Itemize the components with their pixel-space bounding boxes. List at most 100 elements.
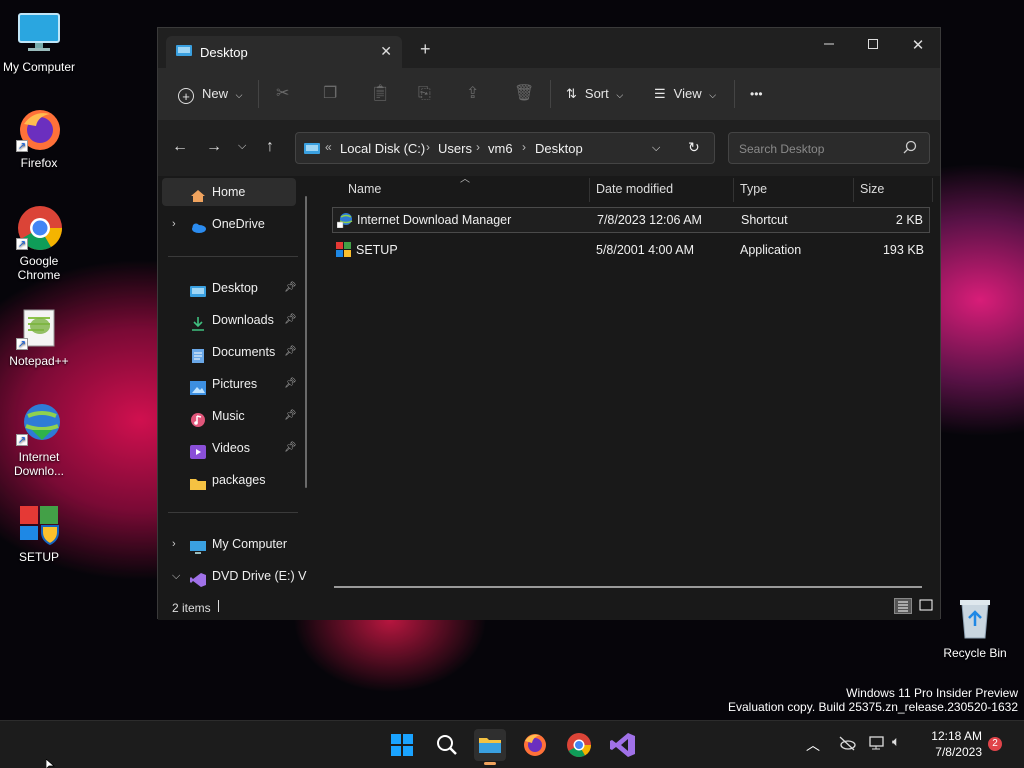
desktop-icon-idm[interactable]: ↗ Internet Downlo...	[1, 400, 77, 478]
nav-item-desktop[interactable]: Desktop 📌︎	[162, 274, 297, 302]
breadcrumb-separator-icon: ›	[426, 140, 430, 154]
rename-icon: ⎘	[418, 85, 431, 102]
taskbar-firefox[interactable]	[519, 729, 551, 761]
minimize-button[interactable]	[806, 32, 852, 60]
nav-item-pictures[interactable]: Pictures 📌︎	[162, 370, 297, 398]
taskbar-chrome[interactable]	[563, 729, 595, 761]
tiles-view-icon[interactable]	[918, 598, 936, 614]
tab-desktop[interactable]: Desktop ✕	[166, 36, 402, 68]
monitor-icon	[16, 10, 62, 56]
refresh-icon[interactable]: ↻	[688, 139, 700, 156]
search-input[interactable]	[737, 139, 901, 159]
column-divider[interactable]	[733, 178, 734, 202]
windows-logo-icon	[391, 734, 413, 756]
rename-button[interactable]: ⎘	[418, 82, 431, 106]
desktop-icon-firefox[interactable]: ↗ Firefox	[1, 106, 77, 170]
chevron-down-icon: ⌵	[616, 90, 624, 100]
nav-item-my-computer[interactable]: › My Computer	[162, 530, 296, 558]
shortcut-arrow-icon: ↗	[16, 238, 28, 250]
taskbar-search-button[interactable]	[431, 729, 463, 761]
details-view-icon[interactable]	[894, 598, 912, 614]
file-size: 2 KB	[895, 213, 923, 227]
taskbar-visual-studio[interactable]	[607, 729, 639, 761]
nav-item-home[interactable]: Home	[162, 178, 296, 206]
column-divider[interactable]	[853, 178, 854, 202]
desktop-icon-notepadpp[interactable]: ↗ Notepad++	[1, 304, 77, 368]
nav-label-desktop: Desktop	[212, 281, 258, 295]
nav-item-downloads[interactable]: Downloads 📌︎	[162, 306, 297, 334]
nav-item-packages[interactable]: packages	[162, 466, 296, 494]
file-row[interactable]: Internet Download Manager 7/8/2023 12:06…	[332, 207, 930, 233]
desktop-icon-label: Internet Downlo...	[13, 450, 65, 478]
breadcrumb-users[interactable]: Users	[438, 141, 472, 156]
chevron-right-icon[interactable]: ›	[172, 210, 176, 238]
column-divider[interactable]	[589, 178, 590, 202]
view-button[interactable]: ☰ View ⌵	[654, 82, 716, 106]
breadcrumb-desktop[interactable]: Desktop	[535, 141, 583, 156]
forward-button[interactable]: →	[206, 138, 222, 156]
show-hidden-icons-button[interactable]: ︿	[806, 735, 820, 755]
column-header-name[interactable]: Name	[348, 182, 381, 196]
column-divider[interactable]	[932, 178, 933, 202]
desktop-folder-icon	[304, 143, 320, 158]
copy-button[interactable]: ❐	[323, 82, 337, 106]
shortcut-arrow-icon: ↗	[16, 140, 28, 152]
music-icon	[190, 409, 206, 427]
horizontal-scrollbar[interactable]	[334, 586, 922, 588]
column-header-size[interactable]: Size	[860, 182, 884, 196]
onedrive-offline-icon[interactable]	[838, 735, 856, 754]
nav-scrollbar[interactable]	[305, 196, 307, 488]
back-button[interactable]: ←	[172, 138, 188, 156]
nav-item-documents[interactable]: Documents 📌︎	[162, 338, 297, 366]
desktop-icon-setup[interactable]: SETUP	[1, 500, 77, 564]
close-window-button[interactable]: ✕	[895, 32, 941, 60]
address-dropdown-icon[interactable]: ⌵	[652, 142, 660, 155]
shortcut-arrow-icon: ↗	[16, 434, 28, 446]
column-header-type[interactable]: Type	[740, 182, 767, 196]
picture-icon	[190, 377, 206, 395]
desktop-icon-label: Firefox	[20, 156, 58, 170]
breadcrumb-separator-icon: ›	[476, 140, 480, 154]
watermark-line-2: Evaluation copy. Build 25375.zn_release.…	[728, 700, 1018, 714]
taskbar: ︿ 🔈︎ 12:18 AM 7/8/2023 2	[0, 720, 1024, 768]
breadcrumb-vm6[interactable]: vm6	[488, 141, 513, 156]
paste-button[interactable]: 📋︎	[370, 82, 390, 106]
nav-item-onedrive[interactable]: › OneDrive	[162, 210, 296, 238]
file-type: Application	[740, 243, 802, 257]
desktop-icon-recycle-bin[interactable]: Recycle Bin	[937, 596, 1013, 660]
up-button[interactable]: ↑	[266, 138, 274, 156]
address-bar[interactable]: « Local Disk (C:) › Users › vm6 › Deskto…	[295, 132, 715, 164]
chrome-icon: ↗	[16, 204, 62, 250]
nav-item-music[interactable]: Music 📌︎	[162, 402, 297, 430]
clock[interactable]: 12:18 AM 7/8/2023	[920, 728, 982, 760]
breadcrumb-local-disk[interactable]: Local Disk (C:)	[340, 141, 425, 156]
taskbar-file-explorer[interactable]	[474, 729, 506, 765]
delete-button[interactable]: 🗑︎	[514, 82, 534, 106]
file-row[interactable]: SETUP 5/8/2001 4:00 AM Application 193 K…	[332, 238, 930, 264]
scissors-icon: ✂	[276, 85, 290, 102]
chevron-down-icon[interactable]: ⌵	[172, 562, 180, 590]
close-tab-icon[interactable]: ✕	[380, 43, 392, 60]
new-button[interactable]: + New ⌵	[178, 82, 242, 106]
recent-locations-button[interactable]: ⌵	[238, 140, 246, 153]
share-button[interactable]: ⇪	[466, 82, 479, 106]
cut-button[interactable]: ✂	[276, 82, 289, 106]
new-tab-button[interactable]: +	[420, 39, 431, 60]
desktop-icon-my-computer[interactable]: My Computer	[1, 10, 77, 74]
column-header-date-modified[interactable]: Date modified	[596, 182, 673, 196]
volume-icon[interactable]: 🔈︎	[892, 733, 900, 750]
start-button[interactable]	[386, 729, 418, 761]
nav-item-dvd-drive[interactable]: ⌵ DVD Drive (E:) V	[162, 562, 306, 590]
network-icon[interactable]	[869, 735, 887, 754]
maximize-button[interactable]	[850, 32, 896, 60]
trash-icon: 🗑︎	[514, 85, 535, 102]
watermark-line-1: Windows 11 Pro Insider Preview	[846, 686, 1018, 700]
nav-divider	[168, 512, 298, 513]
chevron-right-icon[interactable]: ›	[172, 530, 176, 558]
nav-item-videos[interactable]: Videos 📌︎	[162, 434, 297, 462]
overflow-chevron-icon[interactable]: «	[325, 140, 332, 154]
desktop-icon-chrome[interactable]: ↗ Google Chrome	[1, 204, 77, 282]
notification-badge[interactable]: 2	[988, 737, 1002, 751]
more-options-button[interactable]: •••	[750, 82, 763, 106]
sort-button[interactable]: ⇅ Sort ⌵	[566, 82, 623, 106]
